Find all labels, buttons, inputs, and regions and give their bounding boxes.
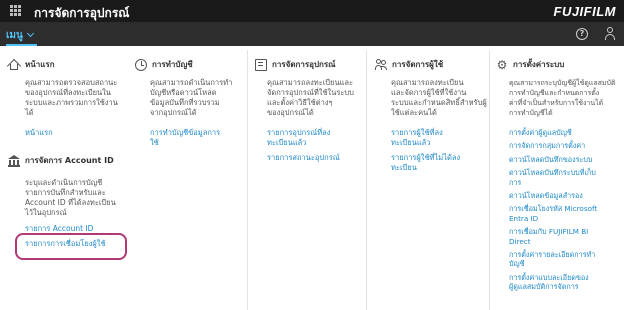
section-header-account-id: การจัดการ Account ID: [8, 154, 114, 167]
chevron-down-icon: [26, 29, 34, 38]
link-unregistered-users[interactable]: รายการผู้ใช้ที่ไม่ได้ลง ทะเบียน: [391, 153, 460, 173]
menu-column-settings: ⚙ การตั้งค่าระบบ คุณสามารถระบุบัญชีผู้ใช…: [489, 50, 624, 310]
section-header-home: หน้าแรก: [6, 58, 55, 73]
section-header-users: การจัดการผู้ใช้: [375, 58, 443, 71]
sub-bar: เมนู ?: [0, 22, 624, 46]
help-icon[interactable]: ?: [576, 28, 588, 40]
section-links-settings: การตั้งค่าผู้ดูแลบัญชี การจัดการกลุ่มการ…: [509, 128, 623, 292]
link-billing-detail-settings[interactable]: การตั้งค่ารายละเอียดการทำ บัญชี: [509, 250, 623, 269]
section-title-devices: การจัดการอุปกรณ์: [272, 60, 336, 69]
menu-column-users: การจัดการผู้ใช้ คุณสามารถลงทะเบียน และจั…: [366, 50, 489, 310]
link-fujifilm-bi-direct[interactable]: การเชื่อมกับ FUJIFILM BI Direct: [509, 227, 623, 246]
menu-column-devices: การจัดการอุปกรณ์ คุณสามารถลงทะเบียนและ จ…: [247, 50, 366, 310]
section-links-users: รายการผู้ใช้ที่ลง ทะเบียนแล้ว รายการผู้ใ…: [391, 128, 460, 178]
menu-label: เมนู: [6, 29, 23, 41]
link-download-system-logs[interactable]: ดาวน์โหลดบันทึกของระบบ: [509, 155, 623, 164]
highlight-box: [15, 233, 127, 260]
section-description-account-id: ระบุและดำเนินการบัญชี รายการบันทึกสำหรับ…: [25, 178, 116, 217]
section-title-billing: การทำบัญชี: [152, 60, 193, 69]
section-title-account-id: การจัดการ Account ID: [25, 156, 114, 165]
link-registered-devices[interactable]: รายการอุปกรณ์ที่ลง ทะเบียนแล้ว: [267, 128, 340, 148]
link-usage-billing[interactable]: การทำบัญชีข้อมูลการ ใช้: [150, 128, 220, 148]
link-device-status[interactable]: รายการสถานะอุปกรณ์: [267, 153, 340, 163]
section-links-home: หน้าแรก: [25, 128, 53, 143]
link-setting-groups[interactable]: การจัดการกลุ่มการตั้งค่า: [509, 141, 623, 150]
link-registered-users[interactable]: รายการผู้ใช้ที่ลง ทะเบียนแล้ว: [391, 128, 460, 148]
link-home[interactable]: หน้าแรก: [25, 128, 53, 138]
app-title: การจัดการอุปกรณ์: [34, 6, 130, 20]
section-description-users: คุณสามารถลงทะเบียน และจัดการผู้ใช้ที่ใช้…: [391, 78, 487, 117]
section-header-billing: การทำบัญชี: [135, 58, 193, 71]
link-download-backup[interactable]: ดาวน์โหลดข้อมูลสำรอง: [509, 191, 623, 200]
section-description-devices: คุณสามารถลงทะเบียนและ จัดการอุปกรณ์ที่ใช…: [267, 78, 354, 117]
section-description-home: คุณสามารถตรวจสอบสถานะ ของอุปกรณ์ที่ลงทะเ…: [25, 78, 118, 117]
section-header-settings: ⚙ การตั้งค่าระบบ: [496, 57, 565, 72]
menu-column-home: หน้าแรก คุณสามารถตรวจสอบสถานะ ของอุปกรณ์…: [0, 50, 126, 310]
section-title-settings: การตั้งค่าระบบ: [513, 60, 565, 69]
menu-dropdown-button[interactable]: เมนู: [6, 27, 37, 46]
link-billing-admin-settings[interactable]: การตั้งค่าผู้ดูแลบัญชี: [509, 128, 623, 137]
app-launcher-icon[interactable]: [10, 5, 21, 16]
users-icon: [375, 58, 387, 71]
section-title-home: หน้าแรก: [25, 60, 55, 69]
section-header-devices: การจัดการอุปกรณ์: [255, 58, 336, 71]
section-title-users: การจัดการผู้ใช้: [392, 60, 444, 69]
gear-icon: ⚙: [496, 57, 508, 72]
section-links-billing: การทำบัญชีข้อมูลการ ใช้: [150, 128, 220, 148]
link-admin-detail-settings[interactable]: การตั้งค่าแบบละเอียดของ ผู้ดูแลสมบัติการ…: [509, 273, 623, 292]
home-icon: [6, 58, 22, 73]
clock-icon: [135, 58, 147, 71]
user-account-icon[interactable]: [604, 27, 616, 41]
section-links-devices: รายการอุปกรณ์ที่ลง ทะเบียนแล้ว รายการสถา…: [267, 128, 340, 168]
link-download-archived-logs[interactable]: ดาวน์โหลดบันทึกระบบที่เก็บ การ: [509, 168, 623, 187]
top-bar: การจัดการอุปกรณ์ FUJIFILM: [0, 0, 624, 22]
section-description-settings: คุณสามารถระบุบัญชีผู้ใช้ดูแลสมบัติ การทำ…: [509, 79, 616, 117]
section-description-billing: คุณสามารถดำเนินการทำ บัญชีหรือดาวน์โหลด …: [150, 78, 233, 117]
link-microsoft-entra-id[interactable]: การเชื่อมโยงรหัส Microsoft Entra ID: [509, 204, 623, 223]
brand-logo: FUJIFILM: [553, 4, 616, 19]
menu-column-billing: การทำบัญชี คุณสามารถดำเนินการทำ บัญชีหรื…: [126, 50, 247, 310]
device-icon: [255, 58, 267, 71]
bank-icon: [8, 154, 20, 167]
